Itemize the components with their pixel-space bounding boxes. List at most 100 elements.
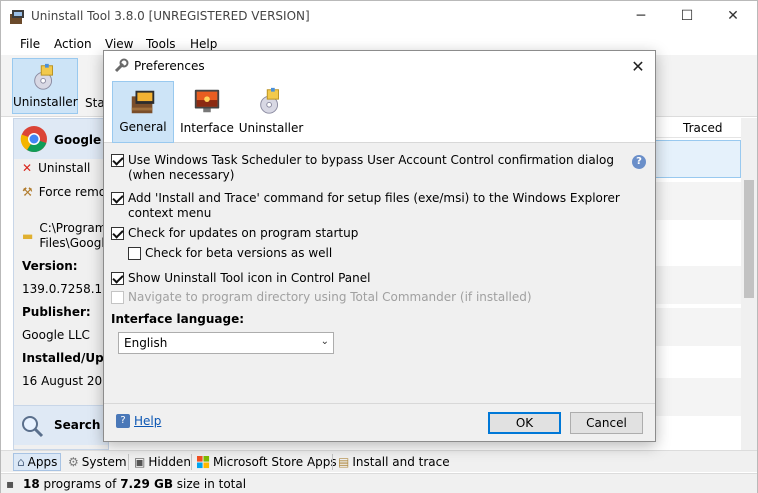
tab-system-label: System <box>81 455 127 469</box>
control-panel-label: Show Uninstall Tool icon in Control Pane… <box>128 271 371 285</box>
interface-language-select[interactable]: English ⌄ <box>118 332 334 354</box>
control-panel-checkbox[interactable] <box>111 272 124 285</box>
tab-store-label: Microsoft Store Apps <box>213 455 337 469</box>
tab-interface[interactable]: Interface <box>179 81 235 143</box>
option-check-beta[interactable]: Check for beta versions as well <box>128 246 332 261</box>
uninstaller-tool-button[interactable]: Uninstaller <box>12 58 78 114</box>
dialog-title: Preferences <box>134 59 205 73</box>
broom-icon: ⚒ <box>22 185 33 199</box>
uninstaller-tool-label: Uninstaller <box>13 95 78 109</box>
tab-separator <box>332 454 333 470</box>
preferences-icon <box>114 58 129 73</box>
check-beta-checkbox[interactable] <box>128 247 141 260</box>
tab-apps[interactable]: ⌂ Apps <box>13 453 62 471</box>
check-updates-label: Check for updates on program startup <box>128 226 359 240</box>
tab-install-trace-label: Install and trace <box>352 455 450 469</box>
uninstaller-icon <box>34 63 53 90</box>
option-install-trace[interactable]: Add 'Install and Trace' command for setu… <box>111 191 620 221</box>
tab-general[interactable]: General <box>112 81 174 143</box>
status-bar: ▪ 18 programs of 7.29 GB size in total <box>1 473 757 493</box>
program-info-panel: Google C ✕ Uninstall ⚒ Force remov ▬ C:\… <box>13 118 109 450</box>
install-trace-checkbox[interactable] <box>111 192 124 205</box>
dialog-close-button[interactable]: ✕ <box>627 55 649 77</box>
program-header: Google C <box>14 119 108 159</box>
cancel-button[interactable]: Cancel <box>570 412 643 434</box>
total-commander-label: Navigate to program directory using Tota… <box>128 290 532 304</box>
tab-interface-label: Interface <box>180 121 234 135</box>
title-bar: Uninstall Tool 3.8.0 [UNREGISTERED VERSI… <box>1 1 757 33</box>
scrollbar-thumb[interactable] <box>744 180 754 298</box>
uninstall-action[interactable]: ✕ Uninstall <box>22 161 90 175</box>
option-total-commander: Navigate to program directory using Tota… <box>111 290 532 305</box>
tab-hidden[interactable]: ▣ Hidden <box>131 453 194 471</box>
tab-hidden-label: Hidden <box>148 455 191 469</box>
total-size: 7.29 GB <box>120 477 173 491</box>
status-text: 18 programs of 7.29 GB size in total <box>23 477 247 491</box>
general-settings: Use Windows Task Scheduler to bypass Use… <box>104 143 655 403</box>
tab-uninstaller[interactable]: Uninstaller <box>238 81 304 143</box>
language-value: English <box>124 336 168 350</box>
search-box[interactable]: Search <box>14 405 108 445</box>
install-trace-label-2: context menu <box>128 206 212 220</box>
tab-general-label: General <box>119 120 167 134</box>
gear-icon: ⚙ <box>68 455 79 469</box>
box-icon: ▤ <box>338 455 350 469</box>
option-check-updates[interactable]: Check for updates on program startup <box>111 226 358 241</box>
tab-uninstaller-label: Uninstaller <box>238 121 304 135</box>
tab-apps-label: Apps <box>27 455 58 469</box>
vertical-scrollbar[interactable] <box>741 118 757 450</box>
menu-action[interactable]: Action <box>54 37 92 51</box>
tab-separator <box>191 454 192 470</box>
column-traced[interactable]: Traced <box>683 121 722 135</box>
check-updates-checkbox[interactable] <box>111 227 124 240</box>
tab-system[interactable]: ⚙ System <box>65 453 130 471</box>
program-count: 18 <box>23 477 40 491</box>
search-icon <box>22 416 44 438</box>
interface-language-label: Interface language: <box>111 312 245 326</box>
help-question-icon[interactable]: ? <box>632 155 646 169</box>
close-button[interactable]: ✕ <box>710 1 756 31</box>
task-scheduler-label-1: Use Windows Task Scheduler to bypass Use… <box>128 153 614 167</box>
maximize-button[interactable]: ☐ <box>664 1 710 31</box>
tab-separator <box>128 454 129 470</box>
menu-file[interactable]: File <box>20 37 40 51</box>
window-title: Uninstall Tool 3.8.0 [UNREGISTERED VERSI… <box>31 9 310 23</box>
publisher-label: Publisher: <box>22 305 91 319</box>
installed-value: 16 August 2025 <box>22 374 109 388</box>
version-label: Version: <box>22 259 78 273</box>
chrome-icon <box>20 126 47 153</box>
status-icon: ▪ <box>6 477 15 491</box>
uninstaller-icon <box>260 87 279 114</box>
tab-install-and-trace[interactable]: ▤ Install and trace <box>335 453 453 471</box>
task-scheduler-checkbox[interactable] <box>111 154 124 167</box>
version-value: 139.0.7258.128 <box>22 282 109 296</box>
preferences-dialog: Preferences ✕ General Interface Uninstal… <box>103 50 656 442</box>
path-line-1: C:\Program <box>39 221 107 235</box>
minimize-button[interactable]: ─ <box>618 1 664 31</box>
windows-store-icon <box>197 455 210 468</box>
menu-view[interactable]: View <box>105 37 133 51</box>
help-link[interactable]: ? Help <box>116 414 161 428</box>
search-label: Search <box>54 418 101 432</box>
task-scheduler-label-2: (when necessary) <box>128 168 235 182</box>
menu-tools[interactable]: Tools <box>146 37 176 51</box>
program-name: Google C <box>54 133 109 147</box>
folder-icon: ▬ <box>22 229 34 243</box>
help-link-text: Help <box>134 414 162 428</box>
dialog-footer: ? Help OK Cancel <box>104 403 655 441</box>
tab-microsoft-store-apps[interactable]: Microsoft Store Apps <box>194 453 340 471</box>
ok-button[interactable]: OK <box>488 412 561 434</box>
total-commander-checkbox <box>111 291 124 304</box>
uninstall-label: Uninstall <box>38 161 91 175</box>
menu-help[interactable]: Help <box>190 37 217 51</box>
option-task-scheduler[interactable]: Use Windows Task Scheduler to bypass Use… <box>111 153 614 183</box>
preferences-tabs: General Interface Uninstaller <box>104 81 655 143</box>
force-remove-action[interactable]: ⚒ Force remov <box>22 185 109 199</box>
check-beta-label: Check for beta versions as well <box>145 246 333 260</box>
help-book-icon: ? <box>116 414 130 428</box>
option-control-panel[interactable]: Show Uninstall Tool icon in Control Pane… <box>111 271 370 286</box>
force-remove-label: Force remov <box>38 185 109 199</box>
install-path-link[interactable]: ▬ C:\Program Files\Googl <box>22 221 106 251</box>
install-trace-label-1: Add 'Install and Trace' command for setu… <box>128 191 620 205</box>
app-icon <box>10 10 24 24</box>
